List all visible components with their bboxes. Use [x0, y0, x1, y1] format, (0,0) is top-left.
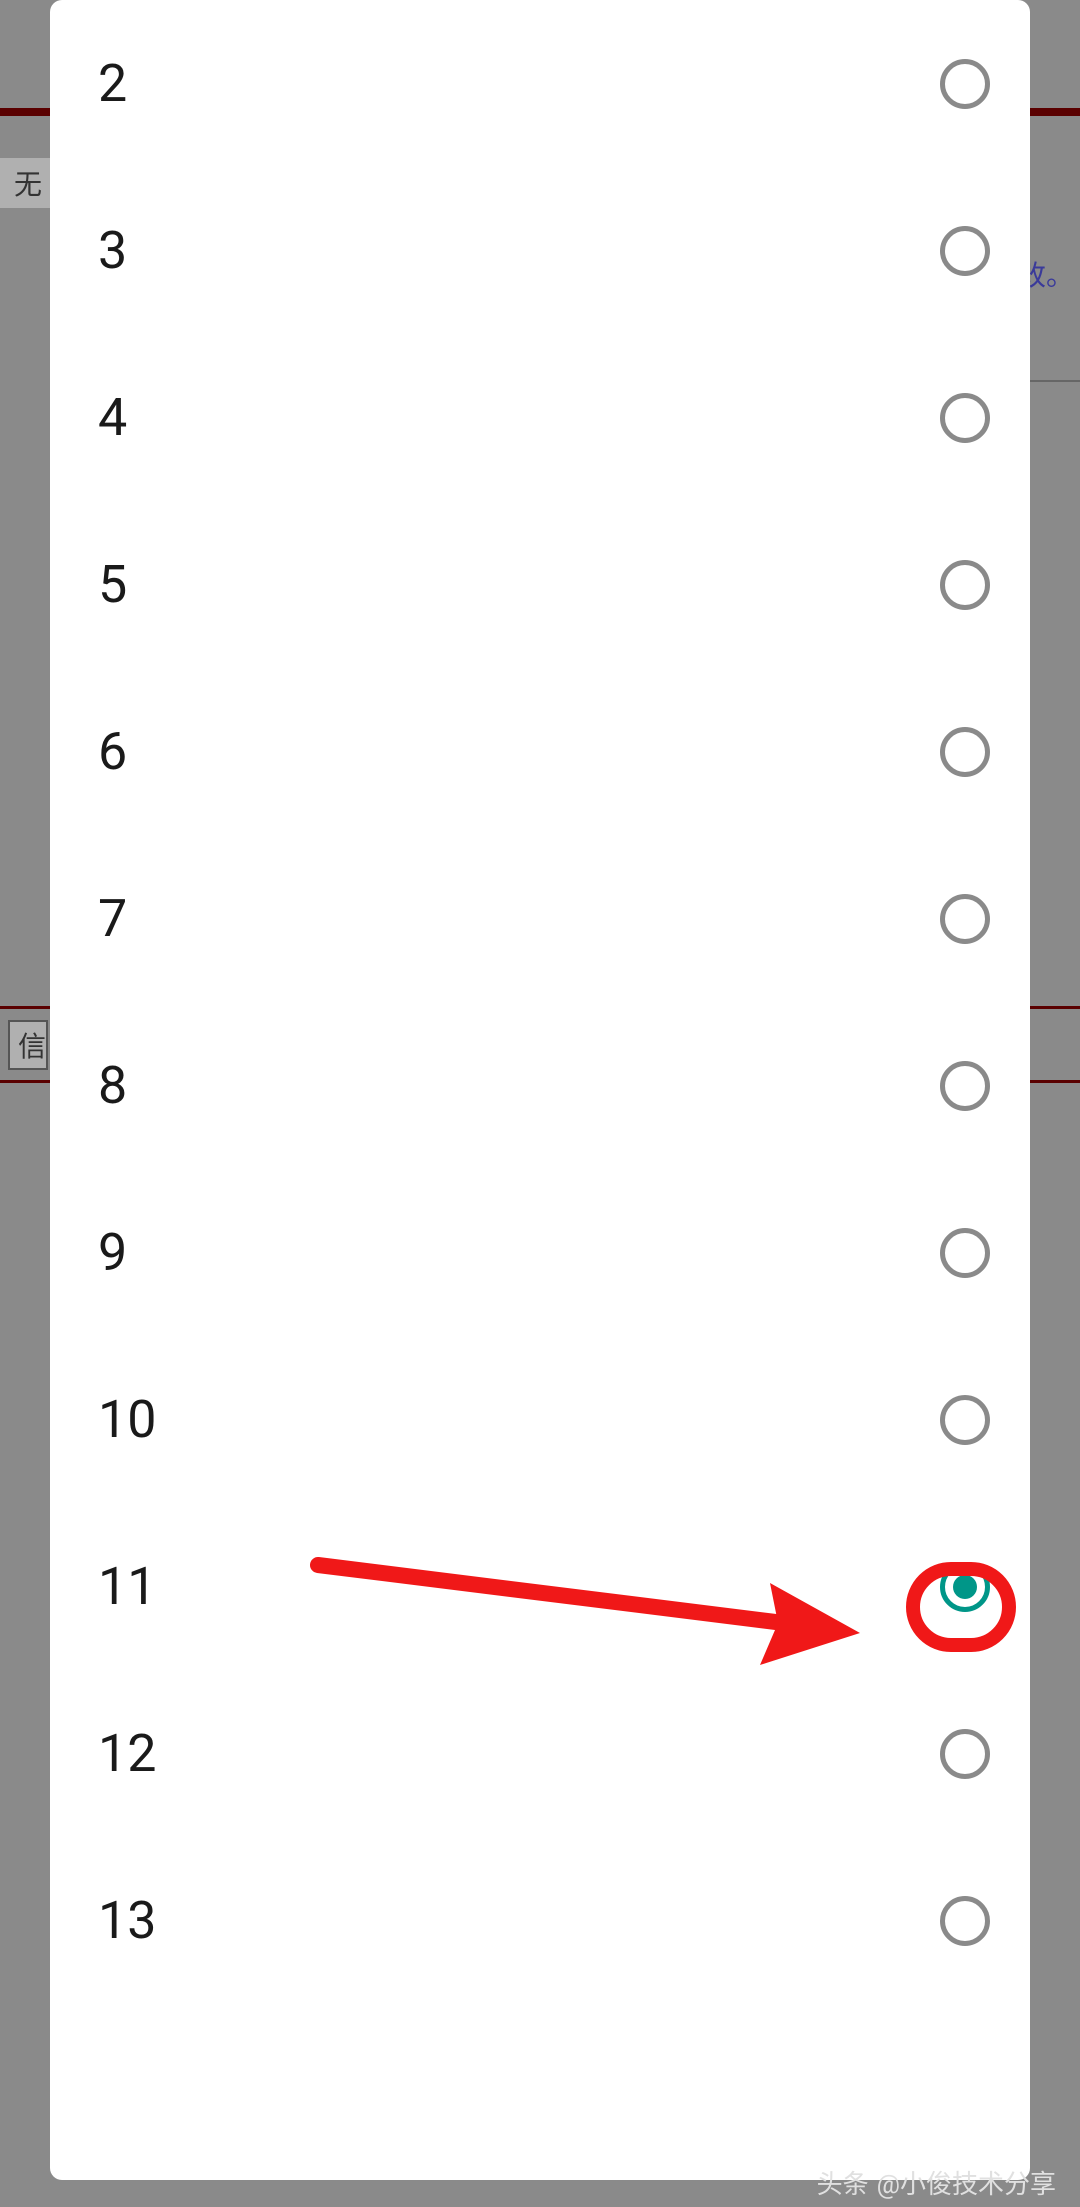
radio-button[interactable] [940, 1562, 990, 1612]
option-row-13[interactable]: 13 [50, 1837, 1030, 2004]
radio-button[interactable] [940, 1228, 990, 1278]
bg-line [1030, 380, 1080, 382]
radio-circle-icon [940, 1729, 990, 1779]
option-row-8[interactable]: 8 [50, 1002, 1030, 1169]
option-label: 3 [98, 220, 127, 281]
radio-button[interactable] [940, 393, 990, 443]
watermark: 头条 @小俊技术分享 [817, 2164, 1056, 2201]
watermark-text: @小俊技术分享 [877, 2164, 1056, 2201]
watermark-prefix: 头条 [817, 2164, 869, 2201]
option-row-3[interactable]: 3 [50, 167, 1030, 334]
option-row-10[interactable]: 10 [50, 1336, 1030, 1503]
selection-dialog: 2 3 4 5 6 7 8 9 10 11 12 13 [50, 0, 1030, 2180]
option-label: 2 [98, 53, 127, 114]
bg-box-partial: 信 [8, 1020, 48, 1070]
option-row-7[interactable]: 7 [50, 835, 1030, 1002]
radio-circle-icon [940, 393, 990, 443]
option-row-6[interactable]: 6 [50, 668, 1030, 835]
radio-circle-icon [940, 727, 990, 777]
radio-button[interactable] [940, 1395, 990, 1445]
radio-button[interactable] [940, 59, 990, 109]
radio-circle-icon [940, 894, 990, 944]
option-row-4[interactable]: 4 [50, 334, 1030, 501]
radio-circle-icon [940, 59, 990, 109]
option-row-11[interactable]: 11 [50, 1503, 1030, 1670]
option-label: 9 [98, 1222, 127, 1283]
option-row-2[interactable]: 2 [50, 0, 1030, 167]
radio-circle-icon [940, 1896, 990, 1946]
option-row-12[interactable]: 12 [50, 1670, 1030, 1837]
radio-circle-icon [940, 226, 990, 276]
option-label: 7 [98, 888, 127, 949]
option-label: 6 [98, 721, 127, 782]
radio-button[interactable] [940, 1729, 990, 1779]
option-row-9[interactable]: 9 [50, 1169, 1030, 1336]
option-label: 12 [98, 1723, 156, 1784]
option-label: 13 [98, 1890, 156, 1951]
bg-field-partial: 无 [0, 158, 50, 208]
radio-dot-icon [953, 1575, 977, 1599]
option-label: 11 [98, 1556, 156, 1617]
option-label: 8 [98, 1055, 127, 1116]
radio-circle-icon [940, 560, 990, 610]
option-label: 5 [98, 554, 127, 615]
radio-button[interactable] [940, 1896, 990, 1946]
radio-button[interactable] [940, 727, 990, 777]
radio-circle-icon [940, 1395, 990, 1445]
option-label: 10 [98, 1389, 156, 1450]
radio-button[interactable] [940, 226, 990, 276]
radio-circle-icon [940, 1061, 990, 1111]
radio-circle-icon [940, 1228, 990, 1278]
radio-button[interactable] [940, 1061, 990, 1111]
option-label: 4 [98, 387, 127, 448]
option-row-5[interactable]: 5 [50, 501, 1030, 668]
radio-button[interactable] [940, 894, 990, 944]
radio-button[interactable] [940, 560, 990, 610]
